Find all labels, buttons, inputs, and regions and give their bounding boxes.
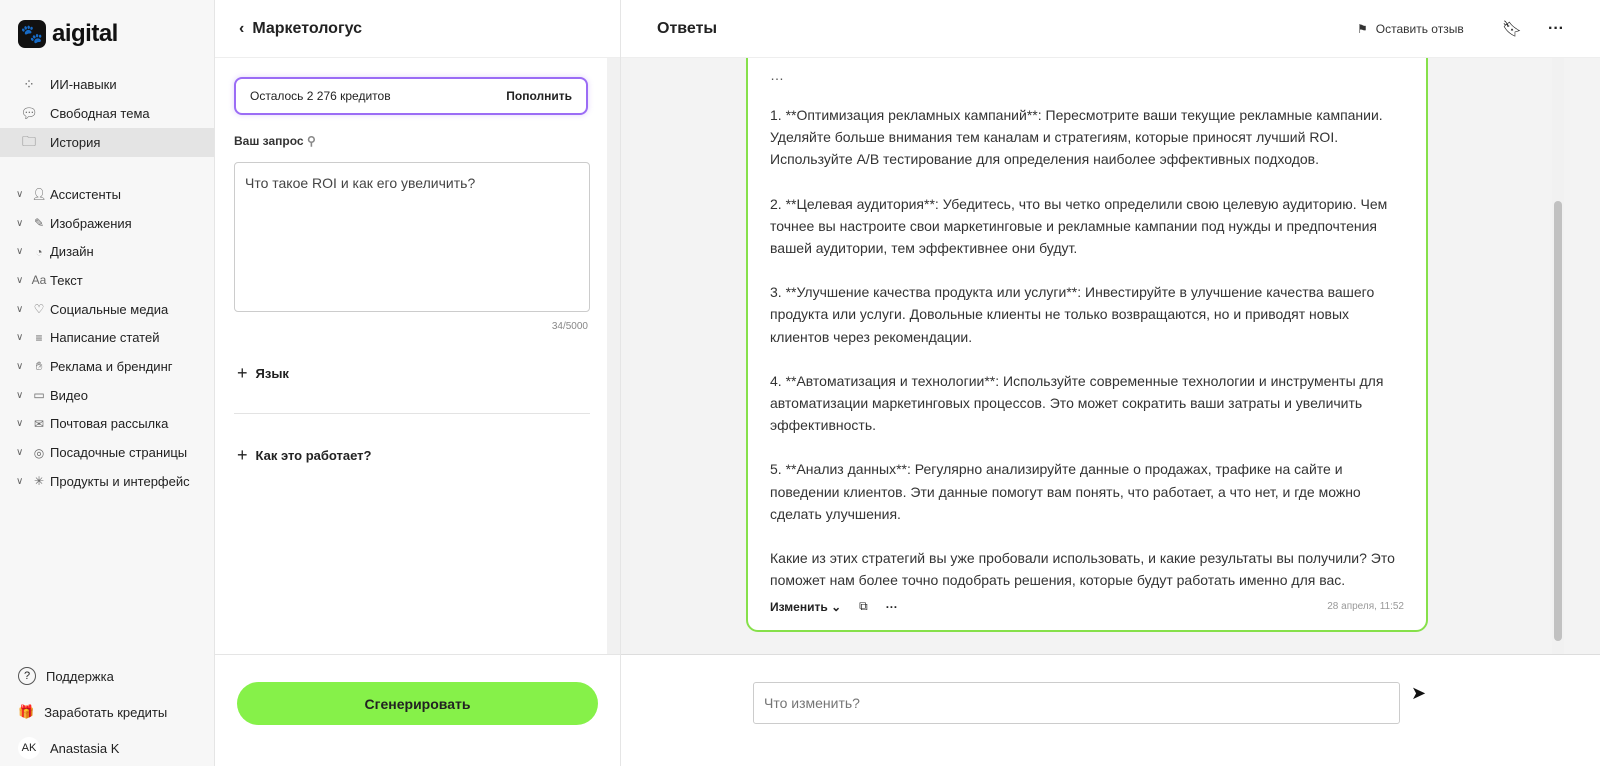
help-icon: ? [18, 667, 36, 685]
gift-icon: 🎁 [18, 704, 35, 719]
how-it-works-toggle[interactable]: + Как это работает? [237, 445, 372, 466]
plus-icon: + [237, 363, 248, 383]
chevron-down-icon: ∨ [16, 332, 24, 344]
text-icon: Aa [31, 273, 47, 288]
bookmark-icon[interactable]: 🔖︎ [1502, 19, 1522, 39]
more-icon[interactable]: ··· [1548, 20, 1564, 38]
answer-paragraph: 5. **Анализ данных**: Регулярно анализир… [770, 461, 1361, 522]
support-link[interactable]: ? Поддержка [0, 658, 214, 694]
earn-credits-link[interactable]: 🎁 Заработать кредиты [0, 694, 214, 730]
change-input[interactable] [753, 682, 1400, 724]
chevron-left-icon: ‹ [239, 19, 245, 37]
generate-button[interactable]: Сгенерировать [237, 682, 598, 725]
scrollbar[interactable] [1552, 58, 1564, 654]
answer-card: … 1. **Оптимизация рекламных кампаний**: … [746, 58, 1428, 632]
timestamp: 28 апреля, 11:52 [1327, 601, 1404, 612]
chevron-down-icon: ∨ [16, 360, 24, 372]
category-item[interactable]: ∨ ▭ Видео [0, 381, 190, 410]
sparkle-icon: ✳ [33, 474, 45, 489]
send-icon[interactable]: ➤ [1411, 683, 1426, 704]
chevron-down-icon: ∨ [16, 303, 24, 315]
chevron-down-icon: ∨ [16, 274, 24, 286]
category-item[interactable]: ∨ ✎ Изображения [0, 209, 190, 238]
topup-button[interactable]: Пополнить [506, 89, 572, 103]
category-item[interactable]: ∨ ♡ Социальные медиа [0, 295, 190, 324]
flag-icon: ⚑ [1357, 21, 1368, 36]
folder-icon: 🗀 [22, 132, 36, 149]
answer-paragraph: 3. **Улучшение качества продукта или усл… [770, 284, 1375, 345]
sidebar-item[interactable]: 💬︎ Свободная тема [0, 99, 214, 128]
query-input[interactable]: Что такое ROI и как его увеличить? [234, 162, 590, 312]
sidebar-item[interactable]: ⁘ ИИ-навыки [0, 70, 214, 99]
category-item[interactable]: ∨ ✳ Продукты и интерфейс [0, 467, 190, 496]
video-icon: ▭ [33, 388, 45, 403]
answer-paragraph: … [770, 67, 784, 82]
form-panel: ‹ Маркетологус Осталось 2 276 кредитов Поп… [215, 0, 621, 766]
answers-title: Ответы [657, 19, 718, 37]
user-profile[interactable]: AK Anastasia K [0, 730, 214, 766]
brush-icon: ✎ [33, 216, 45, 231]
category-item[interactable]: ∨ Aa Текст [0, 266, 190, 295]
answers-panel: Ответы ⚑ Оставить отзыв 🔖︎ ··· … 1. **Опти… [621, 0, 1600, 766]
lines-icon: ≡ [35, 330, 43, 345]
category-item[interactable]: ∨ ◎ Посадочные страницы [0, 438, 190, 467]
chevron-down-icon: ∨ [16, 217, 24, 229]
answer-paragraph: Какие из этих стратегий вы уже пробовали… [770, 550, 1395, 589]
key-icon: ⚲ [306, 134, 316, 148]
feedback-button[interactable]: ⚑ Оставить отзыв [1357, 22, 1464, 36]
more-icon[interactable]: ··· [886, 600, 898, 614]
category-item[interactable]: ∨ ✉ Почтовая рассылка [0, 410, 190, 439]
mail-icon: ✉ [33, 416, 45, 431]
logo[interactable]: 🐾 aigital [18, 20, 118, 48]
query-label: Ваш запрос ⚲ [234, 134, 316, 148]
palette-icon: ◔ [35, 244, 43, 259]
chevron-down-icon: ∨ [16, 475, 24, 487]
category-item[interactable]: ∨ ✋︎ Реклама и брендинг [0, 352, 190, 381]
avatar: AK [18, 737, 40, 759]
plus-icon: + [237, 445, 248, 465]
scrollbar-thumb[interactable] [1554, 201, 1562, 641]
credits-box: Осталось 2 276 кредитов Пополнить [234, 77, 588, 115]
clap-icon: ✋︎ [35, 358, 43, 373]
chevron-down-icon: ∨ [16, 418, 24, 430]
chevron-down-icon: ∨ [16, 447, 24, 459]
heart-icon: ♡ [33, 302, 45, 317]
answer-paragraph: 1. **Оптимизация рекламных кампаний**: П… [770, 107, 1383, 168]
answer-paragraph: 2. **Целевая аудитория**: Убедитесь, что… [770, 195, 1388, 257]
cursor-icon: ◎ [33, 445, 45, 460]
grid-icon: ⁘ [23, 76, 35, 92]
copy-icon[interactable]: ⧉ [859, 599, 868, 614]
edit-dropdown[interactable]: Изменить ⌄ [770, 600, 841, 614]
divider [234, 413, 590, 414]
chevron-down-icon: ∨ [16, 389, 24, 401]
scrollbar[interactable] [607, 58, 620, 654]
language-toggle[interactable]: + Язык [237, 363, 289, 384]
category-item[interactable]: ∨ ◔ Дизайн [0, 237, 190, 266]
sidebar: 🐾 aigital ⁘ ИИ-навыки 💬︎ Свободная тема 🗀 Исто… [0, 0, 215, 766]
chat-icon: 💬︎ [20, 105, 38, 121]
chevron-down-icon: ∨ [16, 246, 24, 258]
paw-icon: 🐾 [18, 20, 46, 48]
sidebar-item[interactable]: 🗀 История [0, 128, 214, 157]
chevron-down-icon: ∨ [16, 188, 24, 200]
answer-paragraph: 4. **Автоматизация и технологии**: Испол… [770, 372, 1384, 434]
char-counter: 34/5000 [551, 321, 588, 332]
back-button[interactable]: ‹ Маркетологус [215, 0, 620, 58]
category-item[interactable]: ∨ 👤︎ Ассистенты [0, 180, 190, 209]
assistant-icon: 👤︎ [31, 187, 47, 202]
category-item[interactable]: ∨ ≡ Написание статей [0, 323, 190, 352]
